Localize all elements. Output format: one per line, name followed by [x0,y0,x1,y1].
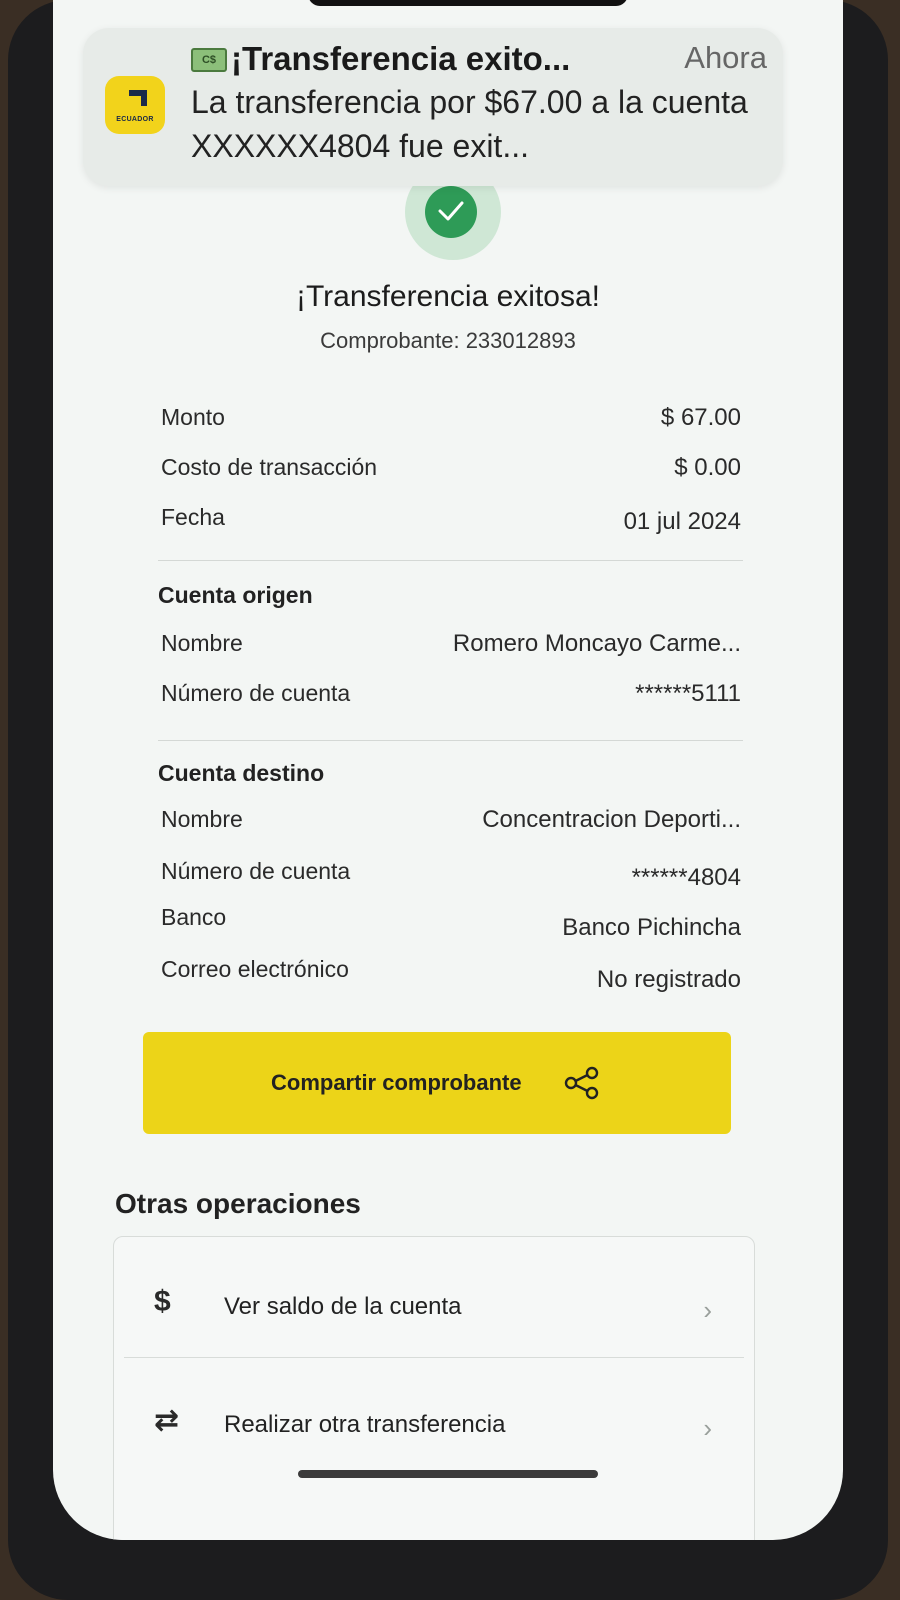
app-icon: ECUADOR [105,76,165,134]
chevron-right-icon: › [703,1413,712,1443]
fee-label: Costo de transacción [161,454,378,480]
dest-account-label: Número de cuenta [161,858,351,884]
origin-account-label: Número de cuenta [161,680,351,706]
phone-frame: ¡Transferencia exitosa! Comprobante: 233… [8,0,888,1600]
new-transfer-label: Realizar otra transferencia [224,1411,506,1438]
date-row: Fecha 01 jul 2024 [161,504,741,540]
origin-heading: Cuenta origen [158,582,313,608]
divider [158,560,743,561]
divider [158,740,743,741]
app-region-label: ECUADOR [116,116,154,123]
dest-account-row: Número de cuenta ******4804 [161,858,741,894]
dest-bank-value: Banco Pichincha [562,914,741,941]
share-icon [563,1066,601,1105]
dest-bank-row: Banco Banco Pichincha [161,904,741,941]
dest-account-value: ******4804 [631,864,741,891]
list-item-view-balance[interactable]: $ Ver saldo de la cuenta › [114,1245,754,1355]
dest-name-label: Nombre [161,806,243,832]
notification-title: ¡Transferencia exito... [231,40,571,77]
origin-account-row: Número de cuenta ******5111 [161,680,741,716]
notification-time: Ahora [684,40,767,75]
share-receipt-label: Compartir comprobante [271,1070,522,1095]
destination-heading: Cuenta destino [158,760,325,786]
amount-row: Monto $ 67.00 [161,404,741,440]
notification-body: La transferencia por $67.00 a la cuenta … [191,84,748,164]
view-balance-label: Ver saldo de la cuenta [224,1293,462,1320]
dest-bank-label: Banco [161,904,227,930]
chevron-right-icon: › [703,1295,712,1325]
origin-name-row: Nombre Romero Moncayo Carme... [161,630,741,666]
dest-email-label: Correo electrónico [161,956,349,982]
fee-value: $ 0.00 [674,454,741,481]
divider [124,1357,744,1358]
transfer-arrows-icon: ⇄ [154,1404,180,1437]
origin-name-label: Nombre [161,630,243,656]
dest-email-value: No registrado [596,966,741,993]
notch [308,0,628,6]
dollar-icon: $ [154,1285,171,1318]
home-indicator[interactable] [298,1470,598,1478]
amount-value: $ 67.00 [660,404,741,431]
share-receipt-button[interactable]: Compartir comprobante [143,1032,731,1134]
success-title: ¡Transferencia exitosa! [295,280,600,313]
origin-name-value: Romero Moncayo Carme... [452,630,741,657]
money-emoji-icon: C$ [191,48,227,72]
dest-email-row: Correo electrónico No registrado [161,956,741,993]
date-value: 01 jul 2024 [623,508,741,535]
voucher-number: Comprobante: 233012893 [320,328,576,353]
other-operations-title: Otras operaciones [115,1188,361,1219]
other-operations-card: $ Ver saldo de la cuenta › ⇄ Realizar ot… [113,1236,755,1540]
dest-name-row: Nombre Concentracion Deporti... [161,806,741,842]
date-label: Fecha [161,504,225,530]
dest-name-value: Concentracion Deporti... [482,806,741,833]
list-item-new-transfer[interactable]: ⇄ Realizar otra transferencia › [114,1363,754,1473]
fee-row: Costo de transacción $ 0.00 [161,454,741,490]
notification-banner[interactable]: ECUADOR C$ ¡Transferencia exito... Ahora… [83,28,783,186]
amount-label: Monto [161,404,225,430]
origin-account-value: ******5111 [635,680,741,707]
screen: ¡Transferencia exitosa! Comprobante: 233… [53,0,843,1540]
